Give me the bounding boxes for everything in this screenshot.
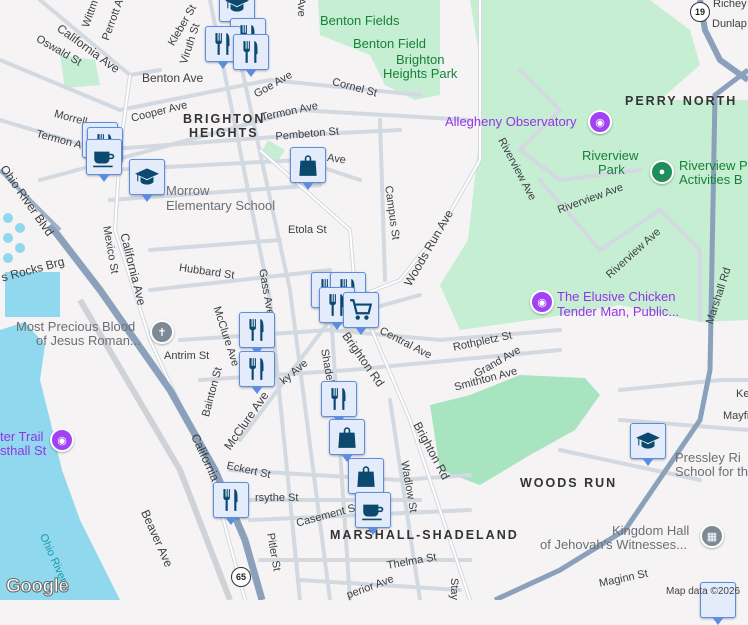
- street-label: Ke: [736, 388, 748, 400]
- neighborhood-label: BRIGHTON: [183, 112, 266, 126]
- grocery-marker[interactable]: [343, 292, 379, 335]
- poi-morrow-school[interactable]: Morrow: [166, 183, 209, 198]
- poi-kingdom-hall[interactable]: of Jehovah's Witnesses...: [540, 537, 687, 552]
- restaurant-icon: [326, 386, 352, 412]
- route-19-shield: 19: [690, 2, 710, 22]
- shopping-bag-icon: [295, 152, 321, 178]
- map-attribution[interactable]: Map data ©2026: [666, 586, 740, 597]
- park-label: Brighton: [396, 52, 445, 67]
- restaurant-marker[interactable]: [321, 381, 357, 424]
- church-icon[interactable]: ✝: [150, 320, 174, 344]
- coffee-icon: [91, 144, 117, 170]
- poi-church[interactable]: of Jesus Roman...: [36, 333, 141, 348]
- park-label: Riverview: [582, 148, 639, 163]
- restaurant-marker[interactable]: [233, 34, 269, 77]
- street-label: Antrim St: [164, 350, 210, 362]
- restaurant-icon: [244, 356, 270, 382]
- shopping-bag-icon: [334, 424, 360, 450]
- neighborhood-label: MARSHALL-SHADELAND: [330, 528, 519, 542]
- school-icon: [134, 164, 160, 190]
- park-pin-icon[interactable]: ●: [650, 160, 674, 184]
- coffee-marker[interactable]: [86, 139, 122, 182]
- poi-trail[interactable]: sthall St: [0, 443, 46, 458]
- neighborhood-label: HEIGHTS: [189, 126, 259, 140]
- park-label: Heights Park: [383, 66, 458, 81]
- park-label: Park: [598, 162, 625, 177]
- school-marker[interactable]: [129, 159, 165, 202]
- camera-icon[interactable]: ◉: [530, 290, 554, 314]
- poi-elusive-chicken[interactable]: The Elusive Chicken: [557, 289, 676, 304]
- neighborhood-label: PERRY NORTH: [625, 94, 738, 108]
- poi-church[interactable]: Most Precious Blood: [16, 319, 135, 334]
- park-label: Benton Fields: [320, 13, 400, 28]
- coffee-icon: [360, 497, 386, 523]
- shopping-marker[interactable]: [329, 419, 365, 462]
- place-of-worship-icon[interactable]: ▦: [700, 524, 724, 548]
- neighborhood-label: WOODS RUN: [520, 476, 618, 490]
- street-label: Richey A: [713, 0, 748, 10]
- poi-pressley-ridge[interactable]: School for th: [675, 464, 748, 479]
- poi-riverview-activities[interactable]: Activities B: [679, 172, 743, 187]
- route-65-shield: 65: [231, 567, 251, 587]
- shopping-bag-icon: [353, 463, 379, 489]
- street-label: Ave: [295, 0, 307, 17]
- camera-icon[interactable]: ◉: [588, 110, 612, 134]
- street-label: Mayfi: [723, 410, 748, 422]
- restaurant-marker[interactable]: [213, 482, 249, 525]
- park-label: Benton Field: [353, 36, 426, 51]
- shopping-marker[interactable]: [290, 147, 326, 190]
- street-label: Stay: [448, 578, 460, 601]
- street-label: Etola St: [288, 224, 327, 236]
- poi-kingdom-hall[interactable]: Kingdom Hall: [612, 523, 689, 538]
- street-label: Benton Ave: [142, 71, 204, 85]
- poi-allegheny-observatory[interactable]: Allegheny Observatory: [445, 114, 577, 129]
- poi-morrow-school[interactable]: Elementary School: [166, 198, 275, 213]
- restaurant-icon: [244, 317, 270, 343]
- poi-riverview-activities[interactable]: Riverview P: [679, 158, 748, 173]
- school-icon: [224, 0, 250, 17]
- coffee-marker[interactable]: [355, 492, 391, 535]
- street-label: Dunlap: [712, 18, 747, 30]
- restaurant-marker[interactable]: [239, 351, 275, 394]
- poi-trail[interactable]: ter Trail: [0, 429, 43, 444]
- camera-icon[interactable]: ◉: [50, 428, 74, 452]
- restaurant-icon: [238, 39, 264, 65]
- school-marker[interactable]: [630, 423, 666, 466]
- shopping-cart-icon: [348, 297, 374, 323]
- restaurant-icon: [218, 487, 244, 513]
- poi-pressley-ridge[interactable]: Pressley Ri: [675, 450, 741, 465]
- school-icon: [635, 428, 661, 454]
- street-label: Ave: [326, 152, 347, 167]
- shopping-marker[interactable]: [348, 458, 384, 501]
- street-label: rsythe St: [255, 492, 299, 504]
- restaurant-marker[interactable]: [239, 312, 275, 355]
- google-logo: Google: [5, 576, 69, 598]
- poi-elusive-chicken[interactable]: Tender Man, Public...: [557, 304, 679, 319]
